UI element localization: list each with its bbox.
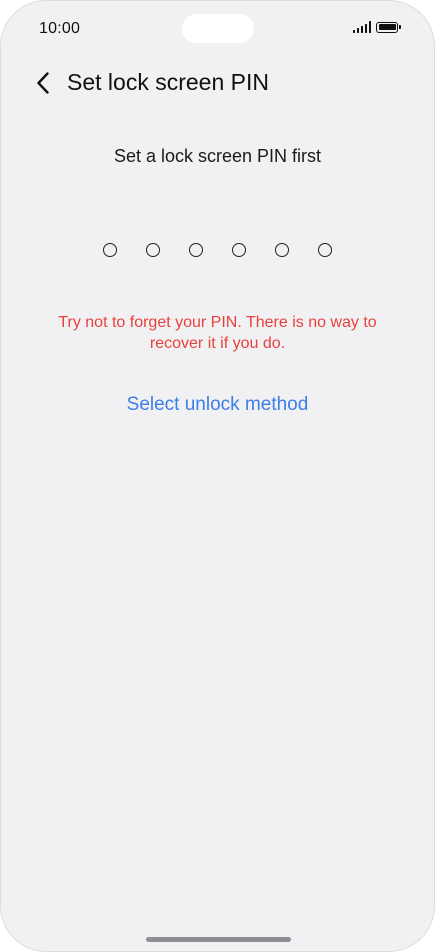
pin-entry-dots[interactable]	[1, 243, 434, 257]
status-bar: 10:00	[1, 1, 434, 57]
header: Set lock screen PIN	[1, 65, 434, 101]
chevron-left-icon	[37, 72, 49, 94]
home-indicator[interactable]	[146, 937, 291, 942]
select-unlock-method-link[interactable]: Select unlock method	[1, 394, 434, 416]
signal-icon	[352, 21, 371, 33]
page-title: Set lock screen PIN	[67, 69, 269, 95]
battery-icon	[376, 21, 401, 33]
status-time: 10:00	[39, 20, 81, 37]
camera-pill	[182, 14, 254, 43]
status-icons	[352, 21, 401, 33]
pin-dot	[146, 243, 160, 257]
pin-dot	[232, 243, 246, 257]
pin-warning-text: Try not to forget your PIN. There is no …	[58, 314, 377, 352]
pin-dot	[275, 243, 289, 257]
pin-prompt: Set a lock screen PIN first	[113, 146, 322, 166]
back-button[interactable]	[29, 67, 57, 99]
pin-dot	[318, 243, 332, 257]
phone-screen: 10:00 Set lock screen PIN Set a lock scr…	[0, 0, 435, 952]
pin-dot	[103, 243, 117, 257]
pin-dot	[189, 243, 203, 257]
